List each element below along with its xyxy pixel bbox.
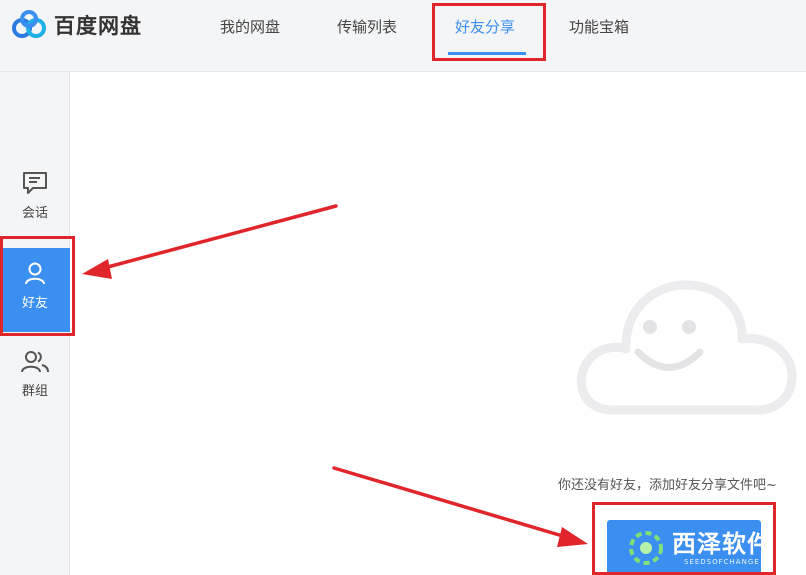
app-name: 百度网盘 [54, 14, 142, 38]
nav-my-disk[interactable]: 我的网盘 [220, 16, 280, 38]
watermark-title: 西泽软件 [672, 530, 772, 558]
nav-toolbox[interactable]: 功能宝箱 [569, 16, 629, 38]
arrow-to-friends [82, 204, 338, 279]
arrow-to-add-button [332, 466, 588, 547]
chat-icon [23, 172, 47, 194]
baidu-cloud-logo-icon [12, 10, 46, 38]
app-window: 百度网盘 我的网盘 传输列表 好友分享 功能宝箱 会话 好友 群组 你还没有好友… [0, 0, 806, 575]
watermark-logo-icon [629, 531, 663, 565]
sidebar-item-label: 会话 [21, 206, 48, 221]
sidebar-item-groups[interactable]: 群组 [0, 348, 70, 410]
annotation-box-friends [0, 236, 75, 336]
sidebar-item-label: 群组 [21, 384, 48, 399]
empty-state-message: 你还没有好友，添加好友分享文件吧~ [558, 478, 777, 493]
sidebar-item-chat[interactable]: 会话 [0, 170, 70, 232]
top-bar: 百度网盘 我的网盘 传输列表 好友分享 功能宝箱 [0, 0, 806, 72]
app-logo: 百度网盘 [10, 8, 142, 42]
group-icon [21, 351, 49, 373]
nav-transfer-list[interactable]: 传输列表 [337, 16, 397, 38]
annotation-box-friend-share [432, 3, 546, 61]
watermark-subtitle: SEEDSOFCHANGE [684, 558, 760, 566]
empty-cloud-icon [576, 280, 797, 415]
watermark: 西泽软件 SEEDSOFCHANGE [626, 528, 772, 568]
